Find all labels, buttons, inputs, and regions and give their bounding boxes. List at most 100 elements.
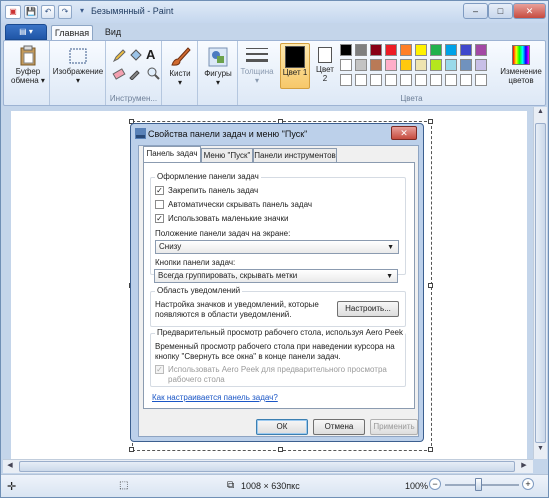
position-select[interactable]: Снизу ▼: [155, 240, 399, 254]
tab-toolbars[interactable]: Панели инструментов: [253, 148, 337, 162]
scroll-down-icon[interactable]: ▼: [535, 445, 546, 457]
minimize-button[interactable]: –: [463, 3, 488, 19]
brushes-button[interactable]: Кисти ▾: [164, 45, 196, 87]
window-title: Безымянный - Paint: [91, 6, 174, 16]
colors-group-label: Цвета: [400, 94, 423, 103]
help-link[interactable]: Как настраивается панель задач?: [152, 393, 278, 402]
redo-icon[interactable]: ↷: [58, 5, 72, 19]
fill-bucket-icon[interactable]: [128, 49, 142, 63]
color1-button[interactable]: Цвет 1: [280, 43, 310, 89]
palette-swatch[interactable]: [475, 59, 487, 71]
palette-swatch[interactable]: [385, 74, 397, 86]
palette-swatch[interactable]: [430, 74, 442, 86]
horizontal-scroll-thumb[interactable]: [19, 461, 515, 472]
palette-swatch[interactable]: [340, 44, 352, 56]
brushes-label: Кисти: [169, 69, 191, 78]
customize-button[interactable]: Настроить...: [337, 301, 399, 317]
text-tool-icon[interactable]: A: [146, 47, 155, 62]
vertical-scroll-thumb[interactable]: [535, 123, 546, 443]
maximize-button[interactable]: □: [488, 3, 513, 19]
dialog-close-button[interactable]: ✕: [391, 126, 417, 140]
palette-swatch[interactable]: [475, 74, 487, 86]
horizontal-scrollbar[interactable]: ◀ ▶: [3, 459, 533, 473]
palette-swatch[interactable]: [340, 59, 352, 71]
resize-handle[interactable]: [278, 447, 283, 452]
buttons-select[interactable]: Всегда группировать, скрывать метки ▼: [154, 269, 398, 283]
color2-label: Цвет 2: [316, 65, 334, 83]
resize-handle[interactable]: [129, 447, 134, 452]
palette-swatch[interactable]: [415, 44, 427, 56]
scroll-left-icon[interactable]: ◀: [4, 461, 16, 472]
magnifier-icon[interactable]: [146, 66, 160, 80]
palette-swatch[interactable]: [460, 74, 472, 86]
palette-swatch[interactable]: [430, 59, 442, 71]
aero-peek-checkbox[interactable]: ✓: [155, 365, 164, 374]
palette-swatch[interactable]: [400, 59, 412, 71]
palette-swatch[interactable]: [415, 59, 427, 71]
palette-swatch[interactable]: [370, 59, 382, 71]
color2-button[interactable]: Цвет 2: [314, 45, 336, 83]
palette-swatch[interactable]: [400, 74, 412, 86]
pencil-icon[interactable]: [112, 49, 126, 63]
palette-swatch[interactable]: [370, 44, 382, 56]
image-button[interactable]: Изображение ▾: [52, 45, 104, 85]
cancel-button[interactable]: Отмена: [313, 419, 365, 435]
tab-taskbar[interactable]: Панель задач: [143, 146, 201, 163]
palette-swatch[interactable]: [460, 44, 472, 56]
palette-swatch[interactable]: [415, 74, 427, 86]
palette-swatch[interactable]: [445, 59, 457, 71]
edit-colors-button[interactable]: Изменение цветов: [497, 43, 545, 85]
file-menu-button[interactable]: ▤ ▾: [5, 24, 47, 40]
palette-swatch[interactable]: [445, 74, 457, 86]
color-picker-icon[interactable]: [128, 66, 142, 80]
color1-swatch: [285, 46, 305, 68]
zoom-slider-thumb[interactable]: [475, 478, 482, 491]
notification-legend: Область уведомлений: [155, 286, 243, 295]
close-button[interactable]: ✕: [513, 3, 546, 19]
position-label: Положение панели задач на экране:: [155, 229, 291, 238]
save-icon[interactable]: 💾: [24, 5, 38, 19]
apply-button[interactable]: Применить: [370, 419, 418, 435]
shapes-button[interactable]: Фигуры ▾: [200, 45, 236, 87]
palette-swatch[interactable]: [475, 44, 487, 56]
customize-qat-icon[interactable]: ▾: [75, 5, 89, 19]
eraser-icon[interactable]: [112, 66, 126, 80]
zoom-out-button[interactable]: −: [429, 478, 441, 490]
small-icons-checkbox[interactable]: ✓: [155, 214, 164, 223]
tab-view[interactable]: Вид: [99, 25, 127, 41]
resize-handle[interactable]: [428, 283, 433, 288]
palette-swatch[interactable]: [370, 74, 382, 86]
colors-group: Цвет 1 Цвет 2 Изменение цветов Цвета: [276, 41, 547, 105]
zoom-slider-track[interactable]: [445, 484, 519, 486]
paint-window: ▣ 💾 ↶ ↷ ▾ Безымянный - Paint – □ ✕ ▤ ▾ Г…: [0, 0, 549, 498]
size-label: Толщина: [240, 67, 274, 76]
resize-handle[interactable]: [428, 447, 433, 452]
notification-section: Область уведомлений Настройка значков и …: [150, 286, 406, 327]
palette-swatch[interactable]: [385, 59, 397, 71]
vertical-scrollbar[interactable]: ▲ ▼: [533, 107, 547, 459]
clipboard-button[interactable]: Буфер обмена ▾: [10, 45, 46, 85]
palette-swatch[interactable]: [355, 59, 367, 71]
palette-swatch[interactable]: [400, 44, 412, 56]
palette-swatch[interactable]: [445, 44, 457, 56]
palette-swatch[interactable]: [430, 44, 442, 56]
paint-app-icon[interactable]: ▣: [5, 5, 21, 19]
zoom-in-button[interactable]: +: [522, 478, 534, 490]
palette-swatch[interactable]: [340, 74, 352, 86]
palette-swatch[interactable]: [355, 74, 367, 86]
undo-icon[interactable]: ↶: [41, 5, 55, 19]
resize-handle[interactable]: [428, 119, 433, 124]
size-button[interactable]: Толщина ▾: [240, 45, 274, 85]
palette-swatch[interactable]: [355, 44, 367, 56]
ok-button[interactable]: ОК: [256, 419, 308, 435]
palette-swatch[interactable]: [460, 59, 472, 71]
tab-start-menu[interactable]: Меню "Пуск": [201, 148, 253, 162]
scroll-up-icon[interactable]: ▲: [535, 108, 546, 120]
palette-swatch[interactable]: [385, 44, 397, 56]
tab-home[interactable]: Главная: [51, 25, 93, 41]
chevron-down-icon: ▼: [387, 244, 394, 251]
appearance-legend: Оформление панели задач: [155, 172, 261, 181]
lock-taskbar-checkbox[interactable]: ✓: [155, 186, 164, 195]
autohide-checkbox[interactable]: [155, 200, 164, 209]
scroll-right-icon[interactable]: ▶: [518, 461, 530, 472]
